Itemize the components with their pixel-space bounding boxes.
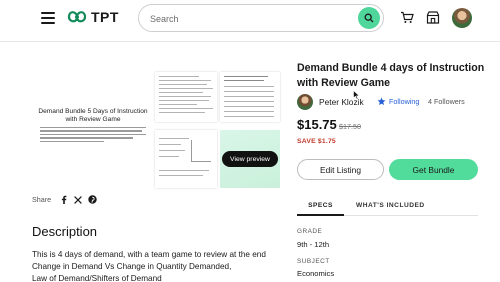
preview-image-title: Demand Bundle 5 Days of Instruction with…: [38, 108, 148, 123]
main-preview-image[interactable]: Demand Bundle 5 Days of Instruction with…: [34, 72, 152, 162]
preview-thumbnail-1[interactable]: [155, 72, 217, 122]
description-heading: Description: [32, 224, 98, 239]
search-bar: [138, 4, 384, 32]
edit-listing-button[interactable]: Edit Listing: [297, 159, 384, 180]
search-input[interactable]: [150, 11, 340, 27]
description-line: This is 4 days of demand, with a team ga…: [32, 250, 266, 259]
following-label: Following: [389, 97, 420, 106]
current-price: $15.75: [297, 117, 337, 132]
following-button[interactable]: Following: [377, 97, 419, 106]
facebook-icon[interactable]: [60, 195, 68, 204]
get-bundle-button[interactable]: Get Bundle: [389, 159, 478, 180]
apple-star-icon: [67, 11, 87, 23]
star-icon: [377, 97, 386, 106]
preview-thumbnail-3[interactable]: [155, 130, 217, 188]
product-tabs: SPECS WHAT'S INCLUDED: [297, 197, 478, 216]
preview-thumbnail-2[interactable]: [220, 72, 280, 122]
seller-avatar[interactable]: [297, 94, 313, 110]
subject-label: SUBJECT: [297, 258, 330, 265]
search-icon: [364, 13, 374, 23]
tab-specs[interactable]: SPECS: [297, 202, 344, 209]
hamburger-menu-icon[interactable]: [40, 10, 56, 26]
savings-text: SAVE $1.75: [297, 138, 336, 145]
tab-whats-included[interactable]: WHAT'S INCLUDED: [356, 202, 425, 209]
active-tab-indicator: [297, 214, 344, 216]
share-label: Share: [32, 195, 52, 204]
original-price: $17.50: [339, 122, 361, 131]
description-text: This is 4 days of demand, with a team ga…: [32, 249, 287, 282]
tpt-logo[interactable]: TPT: [66, 8, 119, 26]
grade-value: 9th - 12th: [297, 240, 330, 249]
x-twitter-icon[interactable]: [74, 195, 83, 204]
top-nav: TPT: [0, 0, 500, 42]
view-preview-button[interactable]: View preview: [222, 151, 278, 167]
description-line: Law of Demand/Shifters of Demand: [32, 274, 162, 282]
store-icon[interactable]: [426, 11, 440, 24]
logo-text: TPT: [91, 9, 119, 25]
product-title: Demand Bundle 4 days of Instruction with…: [297, 62, 485, 89]
search-button[interactable]: [358, 7, 380, 29]
user-avatar[interactable]: [452, 8, 472, 28]
pinterest-icon[interactable]: [88, 195, 97, 204]
subject-value-link[interactable]: Economics: [297, 269, 334, 278]
description-line: Change in Demand Vs Change in Quantity D…: [32, 262, 232, 271]
cart-icon[interactable]: [400, 11, 414, 24]
preview-image-text-lines: [40, 127, 146, 144]
followers-count: 4 Followers: [428, 97, 465, 106]
share-row: Share: [32, 195, 97, 204]
grade-label: GRADE: [297, 228, 323, 235]
mouse-cursor-icon: [353, 90, 360, 100]
